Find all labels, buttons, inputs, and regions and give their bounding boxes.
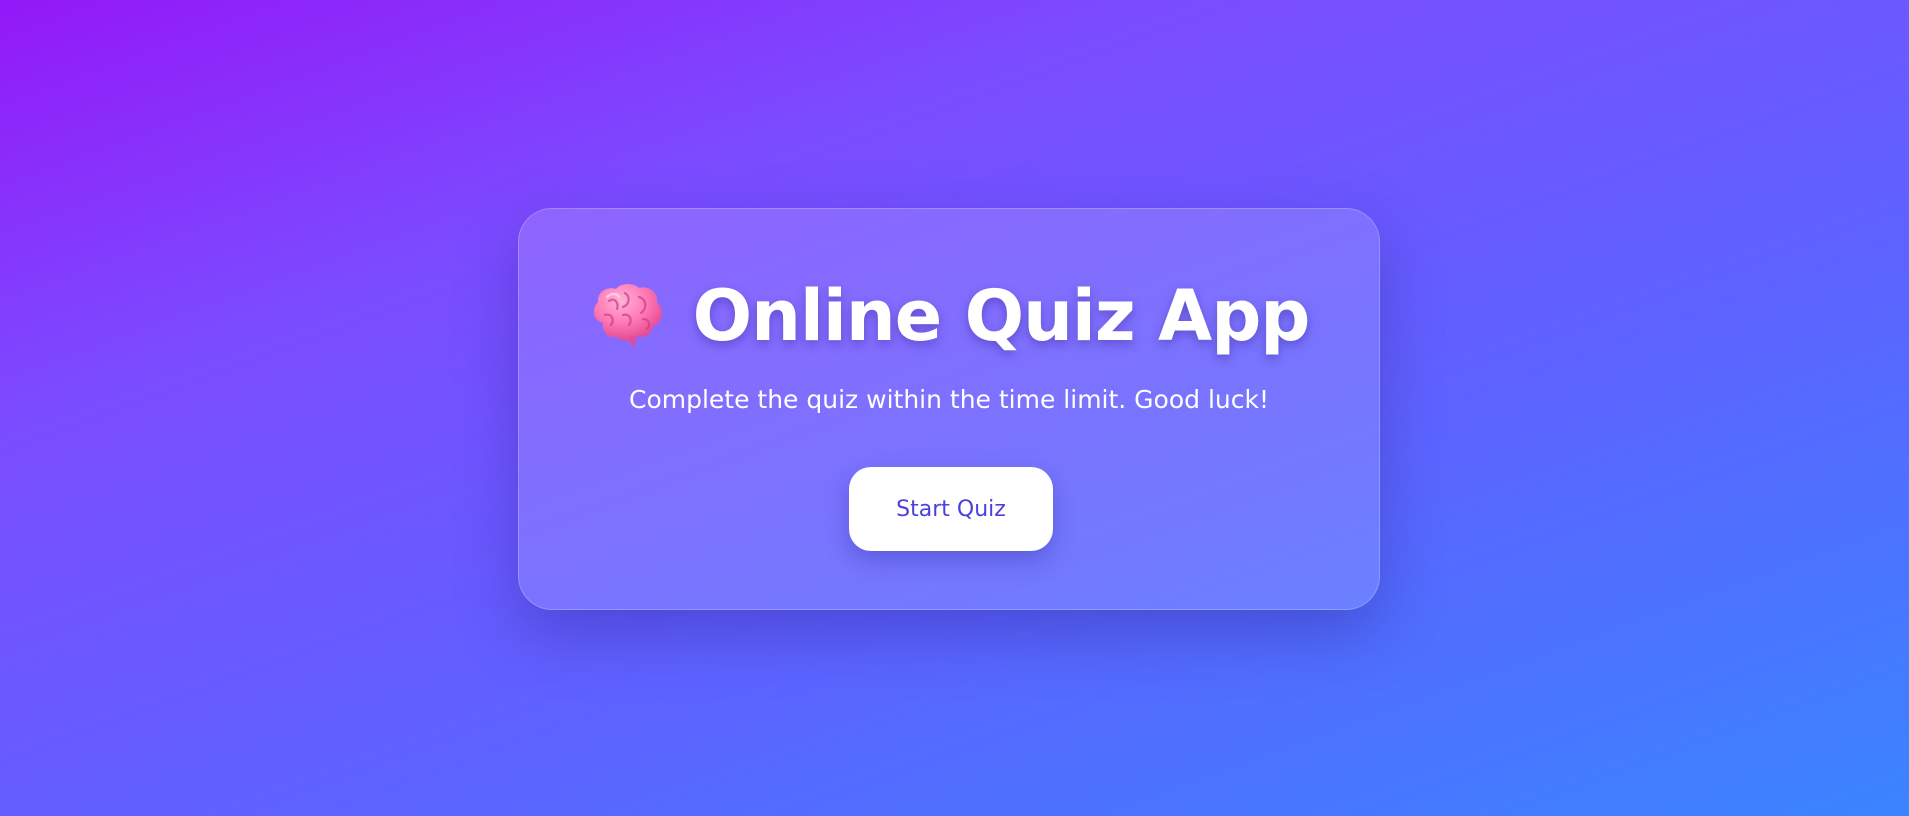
title-row: Online Quiz App (519, 271, 1379, 361)
page-title: Online Quiz App (692, 275, 1311, 357)
welcome-card: Online Quiz App Complete the quiz within… (518, 208, 1380, 610)
start-quiz-button[interactable]: Start Quiz (849, 467, 1053, 551)
subtitle: Complete the quiz within the time limit.… (628, 385, 1269, 414)
brain-icon (589, 281, 665, 351)
